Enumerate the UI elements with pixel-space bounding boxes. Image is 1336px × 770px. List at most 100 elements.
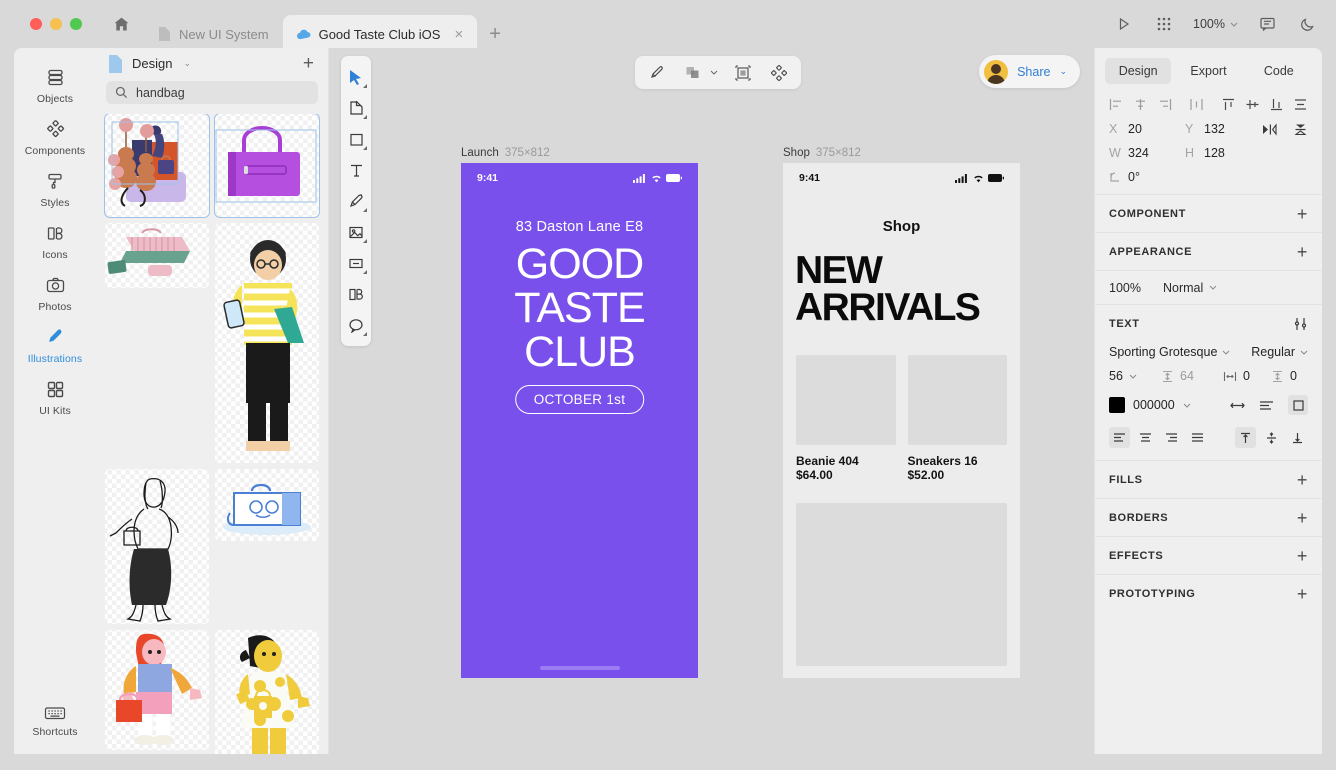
add-prototype-button[interactable]: +: [1297, 585, 1308, 603]
artboard-launch[interactable]: Launch 375×812 9:41 83 Daston Lane E8 GO…: [461, 147, 698, 678]
align-bottom-icon[interactable]: [1269, 98, 1284, 111]
text-valign-top-icon[interactable]: [1235, 427, 1256, 448]
thumb-vases-and-bags-illustration[interactable]: [104, 113, 210, 218]
artboard-label[interactable]: Launch 375×812: [461, 147, 698, 159]
home-icon[interactable]: [109, 12, 133, 36]
section-prototyping[interactable]: PROTOTYPING +: [1095, 574, 1322, 612]
thumb-wallet-and-cards-illustration[interactable]: [105, 222, 209, 288]
fixed-size-icon[interactable]: [1288, 395, 1308, 415]
new-tab-button[interactable]: +: [489, 23, 501, 46]
minimize-window-button[interactable]: [50, 18, 62, 30]
text-settings-icon[interactable]: [1293, 317, 1308, 331]
sidebar-item-objects[interactable]: Objects: [16, 58, 94, 110]
tab-code[interactable]: Code: [1246, 58, 1312, 84]
pen-tool[interactable]: [342, 186, 370, 216]
comment-tool[interactable]: [342, 310, 370, 340]
product-card[interactable]: Sneakers 16 $52.00: [907, 355, 1007, 482]
text-align-left-icon[interactable]: [1109, 427, 1130, 448]
thumb-blue-shopping-bag-illustration[interactable]: [215, 468, 319, 541]
text-align-justify-icon[interactable]: [1187, 427, 1208, 448]
line-height-field[interactable]: 64: [1161, 369, 1223, 383]
grid-apps-icon[interactable]: [1153, 13, 1175, 35]
auto-width-icon[interactable]: [1230, 400, 1245, 411]
artboard-shop[interactable]: Shop 375×812 9:41 Shop NEW ARRIVALS Bean…: [783, 147, 1020, 678]
add-border-button[interactable]: +: [1297, 509, 1308, 527]
symbol-tool[interactable]: [342, 279, 370, 309]
flip-vertical-icon[interactable]: [1293, 123, 1308, 136]
tab-export[interactable]: Export: [1175, 58, 1241, 84]
font-size-field[interactable]: 56: [1109, 369, 1161, 383]
add-library-button[interactable]: +: [303, 54, 314, 73]
slice-tool[interactable]: [342, 248, 370, 278]
text-tool[interactable]: [342, 155, 370, 185]
artboard-launch-frame[interactable]: 9:41 83 Daston Lane E8 GOOD TASTE CLUB O…: [461, 163, 698, 678]
text-color-swatch[interactable]: [1109, 397, 1125, 413]
chevron-down-icon[interactable]: [709, 61, 719, 85]
auto-height-icon[interactable]: [1259, 400, 1274, 411]
text-valign-bottom-icon[interactable]: [1287, 427, 1308, 448]
artboard-shop-frame[interactable]: 9:41 Shop NEW ARRIVALS Beanie 404 $64.00…: [783, 163, 1020, 678]
play-icon[interactable]: [1113, 13, 1135, 35]
paragraph-spacing-field[interactable]: 0: [1271, 369, 1297, 383]
text-valign-middle-icon[interactable]: [1261, 427, 1282, 448]
thumb-purple-handbag-illustration[interactable]: [214, 113, 320, 218]
distribute-horizontal-icon[interactable]: [1189, 98, 1204, 111]
align-left-icon[interactable]: [1109, 98, 1124, 111]
font-weight-dropdown[interactable]: Regular: [1251, 345, 1308, 359]
product-card[interactable]: Beanie 404 $64.00: [796, 355, 896, 482]
share-bar[interactable]: Share ⌄: [979, 55, 1080, 88]
x-field[interactable]: X 20: [1109, 122, 1185, 136]
search-input[interactable]: handbag: [106, 81, 318, 104]
close-window-button[interactable]: [30, 18, 42, 30]
opacity-value[interactable]: 100%: [1109, 281, 1141, 295]
chevron-down-icon[interactable]: ⌄: [1059, 66, 1067, 77]
align-middle-icon[interactable]: [1245, 98, 1260, 111]
launch-date-pill[interactable]: OCTOBER 1st: [514, 385, 645, 414]
section-effects[interactable]: EFFECTS +: [1095, 536, 1322, 574]
text-align-right-icon[interactable]: [1161, 427, 1182, 448]
font-family-dropdown[interactable]: Sporting Grotesque: [1109, 345, 1230, 359]
avatar[interactable]: [984, 59, 1009, 84]
boolean-union-icon[interactable]: [681, 61, 705, 85]
thumb-walking-woman-sketch-illustration[interactable]: [105, 468, 209, 624]
section-component[interactable]: COMPONENT +: [1095, 194, 1322, 232]
rectangle-tool[interactable]: [342, 124, 370, 154]
height-field[interactable]: H 128: [1185, 146, 1261, 160]
width-field[interactable]: W 324: [1109, 146, 1185, 160]
section-appearance[interactable]: APPEARANCE +: [1095, 232, 1322, 270]
sidebar-item-components[interactable]: Components: [16, 110, 94, 162]
section-borders[interactable]: BORDERS +: [1095, 498, 1322, 536]
artboard-label[interactable]: Shop 375×812: [783, 147, 1020, 159]
component-diamond-icon[interactable]: [767, 61, 791, 85]
image-tool[interactable]: [342, 217, 370, 247]
select-tool[interactable]: [342, 62, 370, 92]
chevron-down-icon[interactable]: ⌄: [183, 58, 191, 69]
section-fills[interactable]: FILLS +: [1095, 460, 1322, 498]
align-top-icon[interactable]: [1221, 98, 1236, 111]
blend-mode-dropdown[interactable]: Normal: [1163, 281, 1217, 295]
sidebar-item-styles[interactable]: Styles: [16, 162, 94, 214]
maximize-window-button[interactable]: [70, 18, 82, 30]
align-right-icon[interactable]: [1157, 98, 1172, 111]
flip-horizontal-icon[interactable]: [1262, 122, 1277, 136]
sidebar-item-ui-kits[interactable]: UI Kits: [16, 370, 94, 422]
align-center-horizontal-icon[interactable]: [1133, 98, 1148, 111]
sidebar-item-illustrations[interactable]: Illustrations: [16, 318, 94, 370]
add-component-button[interactable]: +: [1297, 205, 1308, 223]
y-field[interactable]: Y 132: [1185, 122, 1261, 136]
add-effect-button[interactable]: +: [1297, 547, 1308, 565]
pencil-icon[interactable]: [645, 61, 669, 85]
thumb-redhead-shopper-illustration[interactable]: [105, 629, 209, 750]
text-align-center-icon[interactable]: [1135, 427, 1156, 448]
thumb-yellow-dress-woman-illustration[interactable]: [215, 629, 319, 754]
dark-mode-icon[interactable]: [1296, 13, 1318, 35]
close-tab-icon[interactable]: ×: [454, 27, 463, 42]
add-appearance-button[interactable]: +: [1297, 243, 1308, 261]
letter-spacing-field[interactable]: 0: [1223, 369, 1271, 383]
mask-icon[interactable]: [731, 61, 755, 85]
sidebar-item-icons[interactable]: Icons: [16, 214, 94, 266]
thumb-woman-with-phone-illustration[interactable]: [215, 222, 319, 463]
sidebar-item-photos[interactable]: Photos: [16, 266, 94, 318]
zoom-level-dropdown[interactable]: 100%: [1193, 17, 1238, 31]
rotation-field[interactable]: 0°: [1109, 170, 1185, 184]
